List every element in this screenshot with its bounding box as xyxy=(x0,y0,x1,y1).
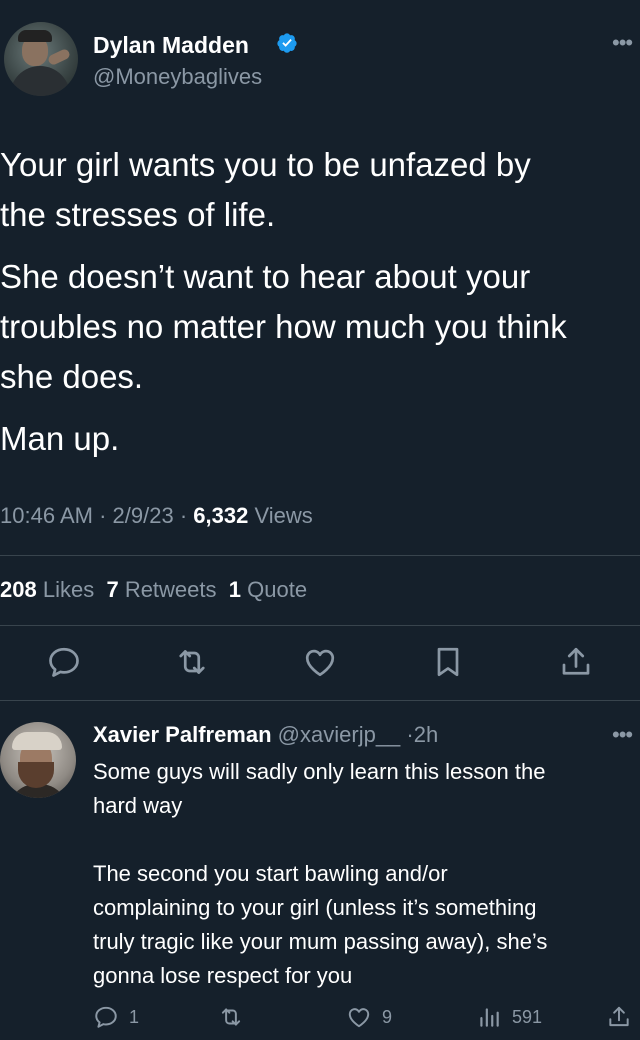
reply-like-button[interactable]: 9 xyxy=(346,1002,392,1032)
reply-text: Some guys will sadly only learn this les… xyxy=(93,759,548,988)
author-handle[interactable]: @Moneybaglives xyxy=(93,64,262,90)
reply-reply-button[interactable]: 1 xyxy=(93,1002,139,1032)
reply-views-count: 591 xyxy=(512,1006,543,1027)
like-button[interactable] xyxy=(302,644,338,680)
more-options-icon[interactable]: ••• xyxy=(612,30,633,56)
views-count: 6,332 xyxy=(193,503,249,528)
retweets-stat[interactable]: 7 Retweets xyxy=(106,577,216,602)
reply-icon xyxy=(49,647,79,677)
quotes-count: 1 xyxy=(228,577,242,602)
reply-age[interactable]: 2h xyxy=(414,722,438,747)
quotes-label: Quote xyxy=(247,577,308,602)
reply-author-name[interactable]: Xavier Palfreman xyxy=(93,722,272,747)
verified-badge-icon xyxy=(277,33,297,53)
divider xyxy=(0,700,640,701)
reply-button[interactable] xyxy=(46,644,82,680)
share-button[interactable] xyxy=(558,644,594,680)
reply-retweet-button[interactable] xyxy=(218,1002,254,1032)
retweet-icon xyxy=(221,1008,241,1026)
views-label: Views xyxy=(254,503,313,528)
likes-stat[interactable]: 208 Likes xyxy=(0,577,94,602)
separator: · xyxy=(99,503,107,528)
engagement-stats: 208 Likes 7 Retweets 1 Quote xyxy=(0,577,307,603)
likes-label: Likes xyxy=(42,577,95,602)
quotes-stat[interactable]: 1 Quote xyxy=(229,577,307,602)
retweets-count: 7 xyxy=(106,577,119,602)
share-icon xyxy=(562,647,590,675)
tweet-time[interactable]: 10:46 AM xyxy=(0,503,93,528)
reply-like-count: 9 xyxy=(382,1006,393,1027)
likes-count: 208 xyxy=(0,577,37,602)
separator: · xyxy=(406,722,414,747)
retweet-icon xyxy=(179,650,205,674)
retweet-button[interactable] xyxy=(174,644,210,680)
reply-reply-count: 1 xyxy=(129,1006,140,1027)
tweet-paragraph: Your girl wants you to be unfazed by the… xyxy=(0,146,531,233)
author-avatar[interactable] xyxy=(4,22,78,96)
divider xyxy=(0,625,640,626)
tweet-text: Your girl wants you to be unfazed by the… xyxy=(0,140,640,476)
reply-share-button[interactable] xyxy=(606,1002,632,1032)
reply-author-avatar[interactable] xyxy=(0,722,76,798)
author-name[interactable]: Dylan Madden xyxy=(93,32,249,59)
share-icon xyxy=(609,1006,629,1027)
reply-header: Xavier Palfreman @xavierjp__ ·2h xyxy=(93,722,438,748)
reply-author-handle[interactable]: @xavierjp__ xyxy=(278,722,401,747)
divider xyxy=(0,555,640,556)
like-icon xyxy=(305,649,335,677)
tweet-paragraph: Man up. xyxy=(0,420,120,457)
like-icon xyxy=(348,1008,370,1028)
separator: · xyxy=(179,503,188,528)
tweet-date[interactable]: 2/9/23 xyxy=(113,503,174,528)
views-chart-icon xyxy=(480,1008,499,1027)
tweet-meta: 10:46 AM · 2/9/23 · 6,332 Views xyxy=(0,503,313,529)
tweet-paragraph: She doesn’t want to hear about your trou… xyxy=(0,258,567,395)
bookmark-icon xyxy=(437,647,459,677)
bookmark-button[interactable] xyxy=(430,644,466,680)
retweets-label: Retweets xyxy=(124,577,217,602)
reply-views-button[interactable]: 591 xyxy=(476,1002,542,1032)
reply-icon xyxy=(95,1006,117,1028)
reply-more-options-icon[interactable]: ••• xyxy=(612,722,633,748)
